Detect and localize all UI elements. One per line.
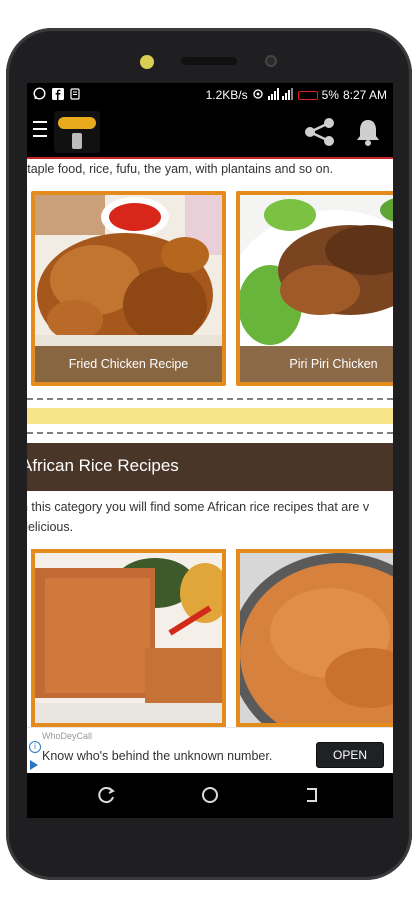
section-description: n this category you will find some Afric… xyxy=(27,500,370,534)
ad-text: Know who's behind the unknown number. xyxy=(42,749,273,763)
recents-icon[interactable] xyxy=(97,785,117,805)
recipe-card-fried-chicken[interactable]: Fried Chicken Recipe xyxy=(31,191,226,386)
screen: 1.2KB/s 5% 8:27 AM staple food, rice, fu… xyxy=(27,83,393,818)
front-camera xyxy=(140,55,154,69)
status-bar: 1.2KB/s 5% 8:27 AM xyxy=(27,83,393,107)
clock: 8:27 AM xyxy=(342,88,387,102)
ad-banner[interactable]: i WhoDeyCall Know who's behind the unkno… xyxy=(27,727,393,774)
home-icon[interactable] xyxy=(200,785,220,805)
battery-icon xyxy=(297,90,318,100)
sensor xyxy=(265,55,277,67)
card-caption: Piri Piri Chicken xyxy=(240,346,393,382)
recipe-card-jollof-rice[interactable] xyxy=(31,549,226,727)
ad-choices-icon[interactable] xyxy=(30,760,38,770)
card-caption: Fried Chicken Recipe xyxy=(35,346,222,382)
whatsapp-icon xyxy=(33,87,46,103)
ad-open-button[interactable]: OPEN xyxy=(316,742,384,768)
notification-icon xyxy=(70,87,80,103)
content-area[interactable]: staple food, rice, fufu, the yam, with p… xyxy=(27,159,393,727)
bell-icon[interactable] xyxy=(353,117,383,147)
app-bar xyxy=(27,107,393,157)
recipe-card-rice[interactable] xyxy=(236,549,393,727)
earpiece xyxy=(181,57,237,65)
rice-image xyxy=(240,553,393,723)
recipe-card-piri-piri-chicken[interactable]: oumou Piri Piri Chicken xyxy=(236,191,393,386)
section-title: African Rice Recipes xyxy=(27,456,179,475)
ad-brand: WhoDeyCall xyxy=(42,731,93,741)
sync-icon xyxy=(252,88,264,103)
image-watermark: oumou xyxy=(340,327,383,343)
hamburger-icon[interactable] xyxy=(33,121,47,139)
facebook-icon xyxy=(52,87,64,103)
section-header: African Rice Recipes xyxy=(27,443,393,491)
app-logo[interactable] xyxy=(54,111,100,153)
back-icon[interactable] xyxy=(302,785,322,805)
ad-info-icon[interactable]: i xyxy=(29,741,41,753)
share-icon[interactable] xyxy=(303,117,337,147)
decorative-divider xyxy=(27,391,393,441)
intro-text: staple food, rice, fufu, the yam, with p… xyxy=(27,162,333,176)
network-speed: 1.2KB/s xyxy=(205,88,248,102)
signal-icon xyxy=(267,87,294,103)
jollof-rice-image xyxy=(35,553,222,723)
system-nav-bar xyxy=(27,773,393,818)
battery-level: 5% xyxy=(321,88,339,102)
